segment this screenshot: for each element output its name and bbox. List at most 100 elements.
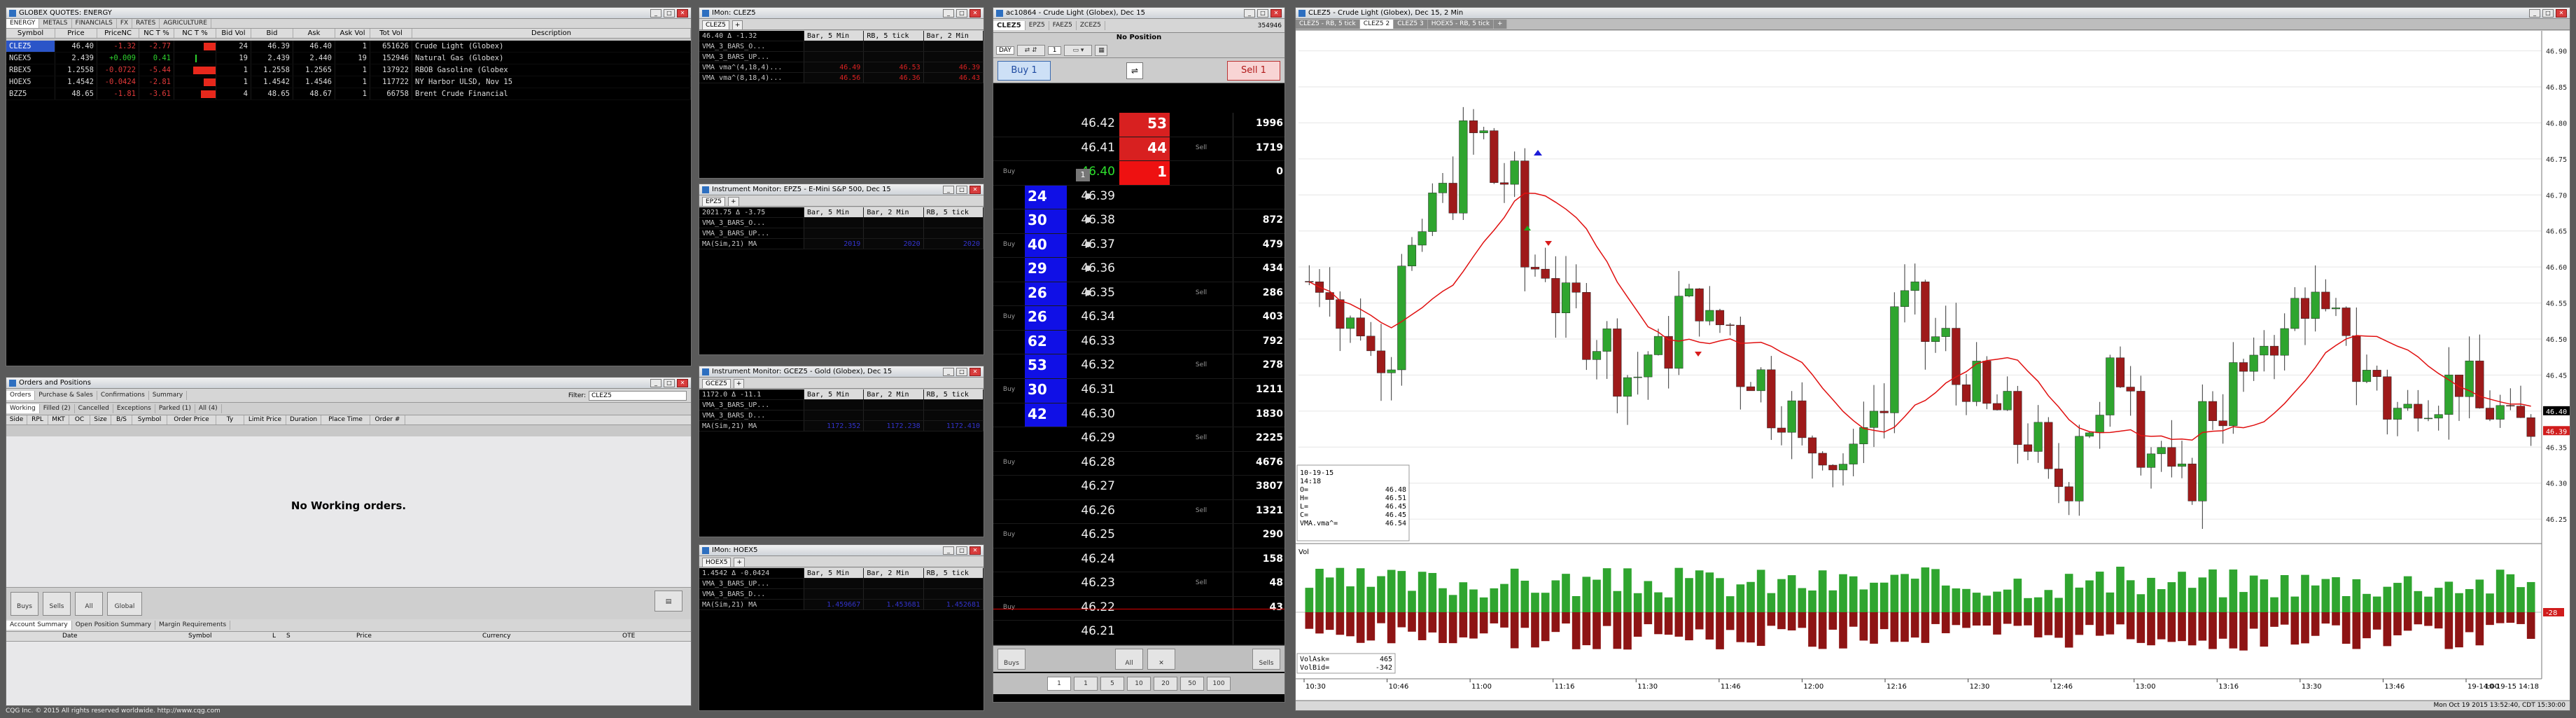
cancel-buys-button[interactable]: Buys [997, 649, 1026, 670]
dom-ask-size[interactable] [1119, 185, 1170, 209]
orders-titlebar[interactable]: Orders and Positions _ □ ✕ [6, 378, 691, 389]
dom-row[interactable]: 30 46.38 872 [993, 209, 1284, 234]
candle-body[interactable] [1972, 361, 1981, 402]
dom-ask-size[interactable] [1119, 621, 1170, 644]
candle-body[interactable] [1900, 290, 1910, 308]
candle-body[interactable] [1859, 427, 1868, 445]
candle-body[interactable] [2229, 362, 2238, 427]
dom-bid-size[interactable]: 29 [1025, 258, 1067, 282]
imon-symbol-tab[interactable]: GCEZ5 [702, 379, 731, 389]
chart-tab-3[interactable]: CLEZ5 3 [1394, 20, 1428, 29]
dom-buy-cell[interactable] [993, 354, 1025, 378]
col-nct-bar[interactable]: NC T % [174, 29, 216, 38]
imon-row[interactable]: VMA_3_BARS_O... [699, 41, 983, 52]
candle-body[interactable] [1715, 310, 1725, 326]
dom-sell-cell[interactable] [1170, 403, 1233, 427]
candle-body[interactable] [1644, 354, 1653, 378]
maximize-icon[interactable]: □ [956, 185, 967, 194]
imon-col-header[interactable]: RB, 5 tick [924, 389, 983, 399]
candle-body[interactable] [1869, 410, 1879, 428]
cancel-sells-button[interactable]: Sells [1252, 649, 1280, 670]
subtab-cancelled[interactable]: Cancelled [75, 404, 113, 413]
imon-row[interactable]: VMA_3_BARS_UP... [699, 228, 983, 239]
tab-financials[interactable]: FINANCIALS [72, 19, 117, 28]
add-symbol-icon[interactable]: + [732, 20, 743, 30]
dom-bid-size[interactable] [1025, 451, 1067, 476]
candle-body[interactable] [1376, 350, 1386, 373]
candle-body[interactable] [1530, 267, 1540, 270]
dom-row[interactable]: Buy 46.25 290 [993, 524, 1284, 548]
candle-body[interactable] [2157, 447, 2166, 455]
candle-body[interactable] [1592, 351, 1602, 360]
dom-buy-cell[interactable]: Buy [993, 524, 1025, 548]
close-icon[interactable]: ✕ [969, 546, 981, 555]
subtab-exceptions[interactable]: Exceptions [113, 404, 155, 413]
imon-row[interactable]: MA(Sim,21) MA 1172.352 1172.238 1172.410 [699, 421, 983, 432]
chart-tab-2[interactable]: CLEZ5 2 [1359, 20, 1394, 29]
dom-buy-cell[interactable]: Buy [993, 234, 1025, 258]
cancel-all-button[interactable]: All [1115, 649, 1143, 670]
dom-row[interactable]: 53 46.32 Sell 278 [993, 354, 1284, 379]
candle-body[interactable] [1469, 120, 1478, 133]
dom-sell-cell[interactable] [1170, 452, 1233, 476]
dom-sell-cell[interactable] [1170, 476, 1233, 499]
candle-body[interactable] [2023, 444, 2033, 452]
dom-sell-cell[interactable] [1170, 306, 1233, 330]
tab-epz5[interactable]: EPZ5 [1026, 21, 1049, 30]
candle-body[interactable] [2485, 408, 2495, 420]
candle-body[interactable] [1572, 282, 1581, 293]
duration-select[interactable]: DAY [996, 46, 1014, 55]
dom-buy-cell[interactable] [993, 137, 1025, 161]
imon-col-header[interactable]: RB, 5 tick [924, 207, 983, 217]
tab-zcez5[interactable]: ZCEZ5 [1077, 21, 1105, 30]
dom-sell-cell[interactable] [1170, 209, 1233, 233]
candle-body[interactable] [2167, 447, 2176, 467]
candle-body[interactable] [1798, 400, 1807, 439]
candle-body[interactable] [2208, 401, 2218, 421]
candle-body[interactable] [2249, 354, 2258, 372]
candle-body[interactable] [1982, 361, 1991, 404]
dom-sell-cell[interactable] [1170, 379, 1233, 403]
dom-row[interactable]: 46.24 158 [993, 548, 1284, 573]
quote-row[interactable]: NGEX5 2.439 +0.009 0.41 19 2.439 2.440 19 152946… [6, 53, 691, 64]
imon-row[interactable]: VMA_3_BARS_UP... [699, 579, 983, 589]
dom-bid-size[interactable]: 26 [1025, 282, 1067, 306]
candle-body[interactable] [1459, 120, 1468, 214]
quotes-titlebar[interactable]: GLOBEX QUOTES: ENERGY _ □ ✕ [6, 8, 691, 19]
candle-body[interactable] [2115, 357, 2125, 387]
candle-body[interactable] [1961, 384, 1971, 402]
chart-tab-4[interactable]: HOEX5 - RB, 5 tick [1427, 20, 1494, 29]
candle-body[interactable] [2321, 291, 2330, 310]
candle-body[interactable] [1828, 464, 1837, 471]
candle-body[interactable] [2516, 406, 2526, 418]
candle-body[interactable] [1807, 437, 1817, 454]
maximize-icon[interactable]: □ [664, 378, 675, 387]
candle-body[interactable] [1931, 336, 1940, 342]
minimize-icon[interactable]: _ [943, 185, 954, 194]
candle-body[interactable] [1726, 324, 1735, 326]
candle-body[interactable] [1674, 296, 1684, 369]
minimize-icon[interactable]: _ [2529, 8, 2540, 18]
qty-button-100[interactable]: 100 [1207, 677, 1231, 691]
imon-titlebar[interactable]: Instrument Monitor: GCEZ5 - Gold (Globex… [699, 366, 983, 378]
quote-row[interactable]: CLEZ5 46.40 -1.32 -2.77 24 46.39 46.40 1 651626 C… [6, 41, 691, 53]
imon-col-header[interactable]: Bar, 2 Min [924, 31, 983, 41]
dom-ask-size[interactable]: 53 [1119, 113, 1170, 137]
dom-sell-cell[interactable] [1170, 621, 1233, 644]
imon-col-header[interactable]: Bar, 5 Min [804, 389, 864, 399]
imon-symbol-tab[interactable]: EPZ5 [702, 197, 726, 207]
trade-icon[interactable]: ⇌ [1126, 62, 1143, 79]
quantity-input[interactable]: 1 [1047, 46, 1062, 55]
tab-open-position-summary[interactable]: Open Position Summary [72, 621, 155, 630]
dom-ask-size[interactable] [1119, 233, 1170, 258]
candle-body[interactable] [2188, 463, 2197, 502]
orders-col-order-price[interactable]: Order Price [167, 415, 216, 424]
dom-sell-cell[interactable]: Sell [1170, 137, 1233, 161]
orders-col-order-#[interactable]: Order # [370, 415, 405, 424]
col-pricenc[interactable]: PriceNC [97, 29, 139, 38]
candle-body[interactable] [2393, 408, 2402, 420]
dom-ask-size[interactable] [1119, 379, 1170, 403]
dom-bid-size[interactable]: 42 [1025, 403, 1067, 427]
qty-button-1[interactable]: 1 [1074, 677, 1098, 691]
dom-sell-cell[interactable] [1170, 234, 1233, 258]
